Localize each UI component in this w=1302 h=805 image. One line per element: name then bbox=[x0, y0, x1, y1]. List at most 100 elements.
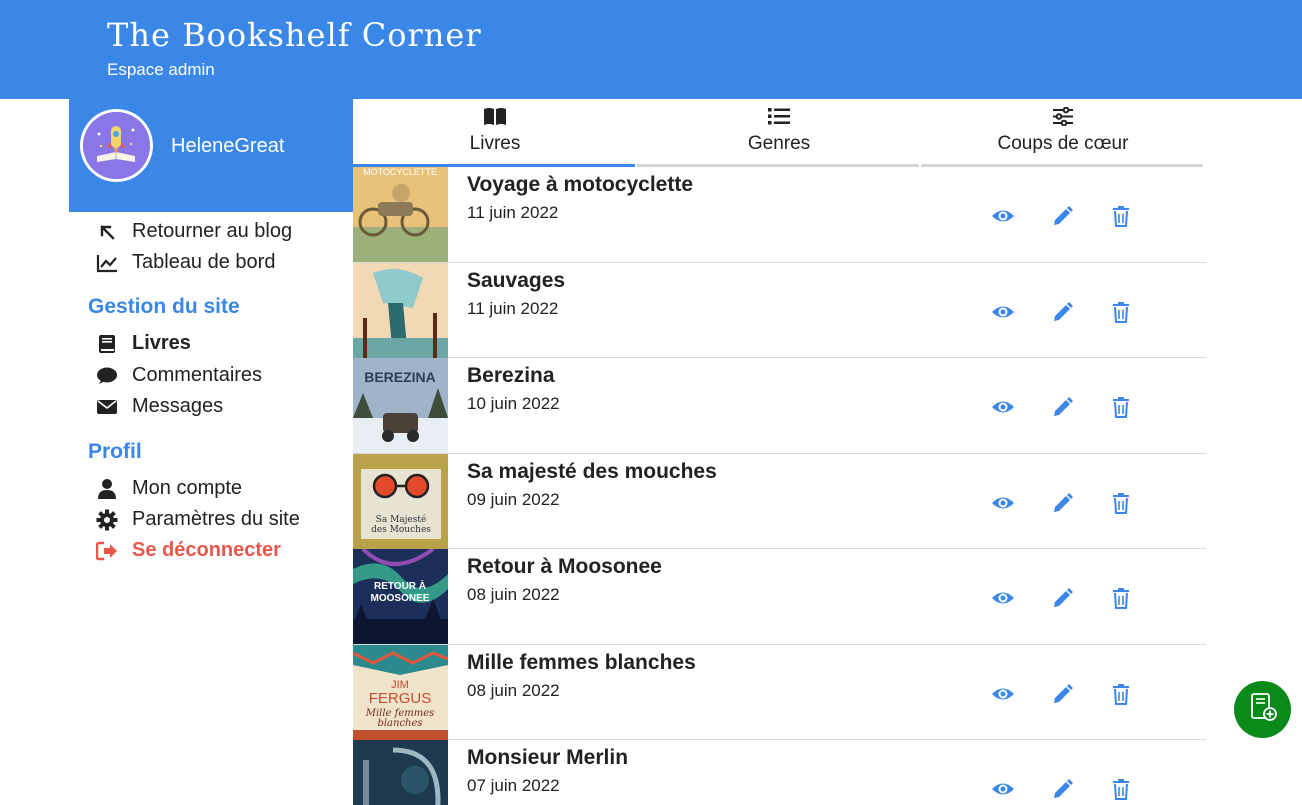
book-title[interactable]: Voyage à motocyclette bbox=[467, 173, 693, 197]
view-button[interactable] bbox=[990, 585, 1016, 611]
eye-icon bbox=[992, 306, 1014, 317]
book-row: MOTOCYCLETTE Voyage à motocyclette 11 ju… bbox=[353, 167, 1206, 263]
edit-button[interactable] bbox=[1050, 490, 1076, 516]
edit-button[interactable] bbox=[1050, 681, 1076, 707]
book-open-icon bbox=[353, 107, 637, 127]
nav-books-label: Livres bbox=[132, 332, 191, 354]
pencil-icon bbox=[1054, 301, 1073, 321]
view-button[interactable] bbox=[990, 681, 1016, 707]
pencil-icon bbox=[1054, 588, 1073, 607]
site-brand[interactable]: The Bookshelf Corner bbox=[107, 16, 482, 54]
tab-favorites[interactable]: Coups de cœur bbox=[921, 99, 1205, 167]
sign-out-icon bbox=[96, 540, 118, 562]
book-title[interactable]: Berezina bbox=[467, 364, 555, 388]
eye-icon bbox=[992, 592, 1014, 604]
nav-comments[interactable]: Commentaires bbox=[96, 364, 262, 387]
top-bar: The Bookshelf Corner Espace admin bbox=[0, 0, 1302, 99]
view-button[interactable] bbox=[990, 394, 1016, 420]
pencil-icon bbox=[1054, 206, 1073, 225]
delete-button[interactable] bbox=[1108, 776, 1134, 802]
list-icon bbox=[637, 107, 921, 127]
user-icon bbox=[96, 478, 118, 500]
edit-button[interactable] bbox=[1050, 776, 1076, 802]
edit-button[interactable] bbox=[1050, 203, 1076, 229]
svg-text:BEREZINA: BEREZINA bbox=[364, 369, 436, 385]
book-date: 08 juin 2022 bbox=[467, 585, 560, 604]
eye-icon bbox=[992, 688, 1014, 699]
book-cover[interactable]: RETOUR À MOOSONEE bbox=[353, 549, 448, 644]
delete-button[interactable] bbox=[1108, 394, 1134, 420]
pencil-icon bbox=[1054, 492, 1073, 512]
book-row: JIM FERGUS Mille femmes blanches Mille femm… bbox=[353, 644, 1206, 740]
svg-text:MOTOCYCLETTE: MOTOCYCLETTE bbox=[363, 167, 437, 177]
nav-settings[interactable]: Paramètres du site bbox=[96, 508, 300, 531]
tab-bar: Livres Genres Coups de cœur bbox=[353, 99, 1206, 167]
envelope-icon bbox=[96, 396, 118, 418]
pencil-icon bbox=[1054, 683, 1073, 703]
delete-button[interactable] bbox=[1108, 681, 1134, 707]
book-cover[interactable] bbox=[353, 262, 448, 358]
book-row: RETOUR À MOOSONEE Retour à Moosonee 08 ju… bbox=[353, 549, 1206, 645]
username: HeleneGreat bbox=[171, 135, 285, 157]
book-cover[interactable]: MOTOCYCLETTE bbox=[353, 167, 448, 262]
nav-back-to-blog[interactable]: Retourner au blog bbox=[96, 220, 292, 243]
comment-icon bbox=[96, 365, 118, 387]
book-cover[interactable] bbox=[353, 740, 448, 805]
edit-button[interactable] bbox=[1050, 394, 1076, 420]
tab-genres[interactable]: Genres bbox=[637, 99, 921, 167]
book-cover[interactable]: Sa Majesté des Mouches bbox=[353, 453, 448, 549]
book-date: 11 juin 2022 bbox=[467, 298, 559, 318]
admin-subtitle: Espace admin bbox=[107, 60, 215, 79]
trash-icon bbox=[1113, 588, 1129, 609]
nav-logout[interactable]: Se déconnecter bbox=[96, 539, 281, 562]
edit-button[interactable] bbox=[1050, 299, 1076, 325]
add-book-button[interactable] bbox=[1234, 681, 1291, 738]
tab-genres-label: Genres bbox=[747, 133, 811, 154]
eye-icon bbox=[992, 783, 1014, 795]
view-button[interactable] bbox=[990, 203, 1016, 229]
book-row: Sauvages 11 juin 2022 bbox=[353, 262, 1206, 358]
section-profile: Profil bbox=[88, 440, 142, 463]
arrow-up-left-icon bbox=[96, 221, 118, 243]
book-cover[interactable]: BEREZINA bbox=[353, 358, 448, 453]
nav-dashboard[interactable]: Tableau de bord bbox=[96, 251, 275, 274]
tab-books[interactable]: Livres bbox=[353, 99, 637, 167]
trash-icon bbox=[1113, 683, 1129, 705]
eye-icon bbox=[992, 210, 1014, 222]
book-icon bbox=[96, 333, 118, 355]
pencil-icon bbox=[1054, 397, 1073, 416]
book-title[interactable]: Sa majesté des mouches bbox=[467, 460, 717, 484]
book-title[interactable]: Mille femmes blanches bbox=[467, 651, 696, 675]
book-row: BEREZINA Berezina 10 juin 2022 bbox=[353, 358, 1206, 454]
trash-icon bbox=[1113, 492, 1129, 514]
book-title[interactable]: Monsieur Merlin bbox=[467, 746, 628, 770]
nav-account[interactable]: Mon compte bbox=[96, 477, 242, 500]
delete-button[interactable] bbox=[1108, 490, 1134, 516]
avatar[interactable] bbox=[80, 109, 153, 182]
book-date: 07 juin 2022 bbox=[467, 776, 560, 795]
chart-line-icon bbox=[96, 252, 118, 274]
view-button[interactable] bbox=[990, 776, 1016, 802]
svg-text:Sa Majesté: Sa Majesté bbox=[376, 514, 427, 525]
book-title[interactable]: Retour à Moosonee bbox=[467, 555, 662, 579]
view-button[interactable] bbox=[990, 299, 1016, 325]
nav-settings-label: Paramètres du site bbox=[132, 508, 300, 530]
edit-button[interactable] bbox=[1050, 585, 1076, 611]
book-date: 11 juin 2022 bbox=[467, 203, 559, 222]
book-date: 09 juin 2022 bbox=[467, 489, 560, 509]
trash-icon bbox=[1113, 206, 1129, 227]
nav-account-label: Mon compte bbox=[132, 477, 243, 499]
book-cover[interactable]: JIM FERGUS Mille femmes blanches bbox=[353, 644, 448, 740]
nav-logout-label: Se déconnecter bbox=[132, 539, 281, 561]
nav-books[interactable]: Livres bbox=[96, 332, 191, 355]
book-date: 08 juin 2022 bbox=[467, 680, 560, 700]
view-button[interactable] bbox=[990, 490, 1016, 516]
trash-icon bbox=[1113, 397, 1129, 418]
delete-button[interactable] bbox=[1108, 299, 1134, 325]
book-title[interactable]: Sauvages bbox=[467, 269, 565, 293]
nav-messages[interactable]: Messages bbox=[96, 395, 223, 418]
tab-favorites-label: Coups de cœur bbox=[997, 133, 1129, 154]
profile-box: HeleneGreat bbox=[69, 99, 353, 212]
delete-button[interactable] bbox=[1108, 203, 1134, 229]
delete-button[interactable] bbox=[1108, 585, 1134, 611]
